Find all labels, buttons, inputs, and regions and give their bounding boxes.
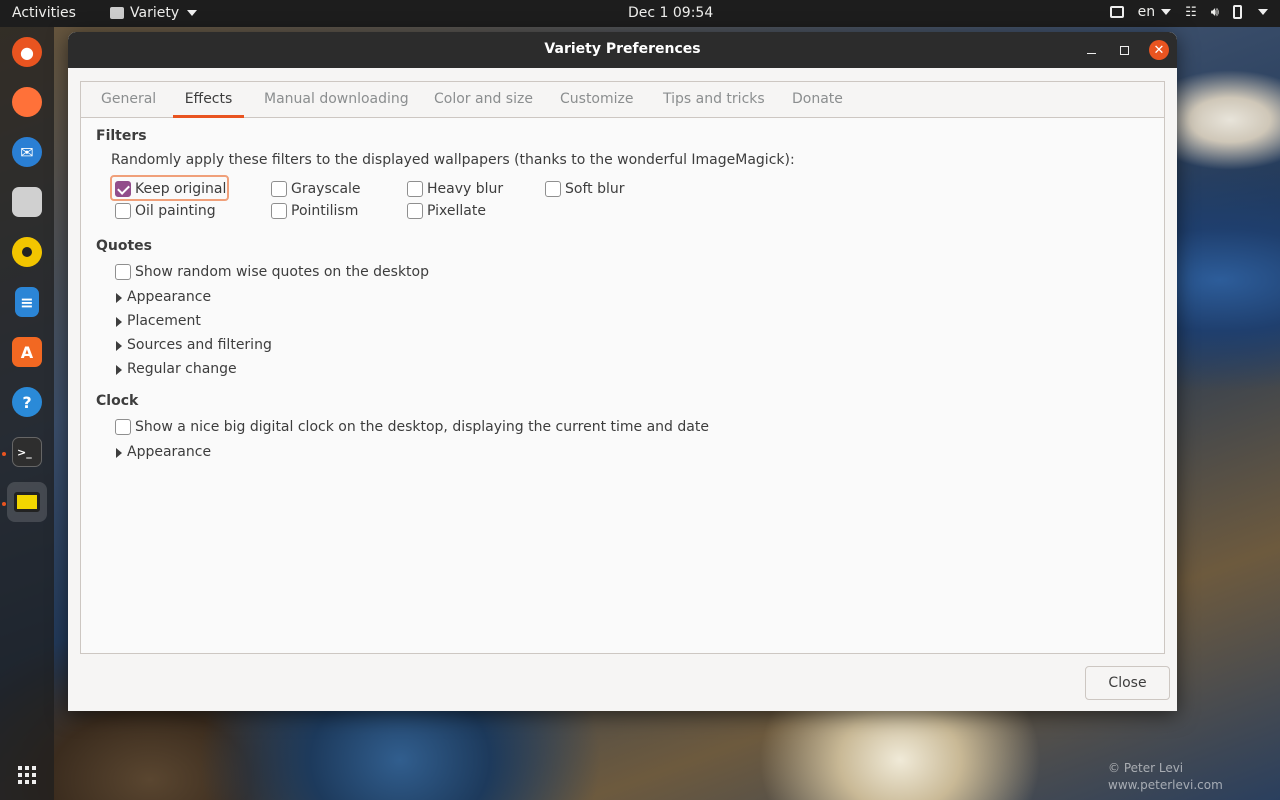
thunderbird-icon: ✉	[12, 137, 42, 167]
dock-app-store[interactable]: A	[7, 332, 47, 372]
expander-arrow-icon[interactable]	[116, 293, 122, 303]
filters-heading: Filters	[96, 128, 147, 144]
dock-libreoffice-writer[interactable]: ≡	[7, 282, 47, 322]
preferences-window: Variety Preferences ✕ General Effects Ma…	[68, 32, 1177, 711]
dock-variety[interactable]	[7, 482, 47, 522]
wallpaper-credit: © Peter Levi www.peterlevi.com	[1108, 760, 1223, 794]
tab-general[interactable]: General	[101, 82, 156, 118]
app-store-icon: A	[12, 337, 42, 367]
dock-terminal[interactable]: >_	[7, 432, 47, 472]
window-close-button[interactable]: ✕	[1149, 40, 1169, 60]
heavy-blur-label[interactable]: Heavy blur	[427, 181, 503, 197]
dock-thunderbird[interactable]: ✉	[7, 132, 47, 172]
system-tray: en ☷ 🔊︎	[1109, 4, 1268, 20]
quotes-heading: Quotes	[96, 238, 153, 254]
tab-effects[interactable]: Effects	[173, 82, 244, 118]
soft-blur-label[interactable]: Soft blur	[565, 181, 624, 197]
rhythmbox-icon	[12, 237, 42, 267]
quotes-regular-change-expander[interactable]: Regular change	[127, 361, 237, 377]
tab-donate[interactable]: Donate	[792, 82, 843, 118]
libreoffice-writer-icon: ≡	[15, 287, 39, 317]
clock-heading: Clock	[96, 393, 139, 409]
oil-painting-label[interactable]: Oil painting	[135, 203, 216, 219]
system-menu-chevron-icon[interactable]	[1258, 9, 1268, 15]
grid-icon	[18, 766, 36, 784]
heavy-blur-checkbox[interactable]	[407, 181, 423, 197]
pointilism-label[interactable]: Pointilism	[291, 203, 358, 219]
app-menu-label: Variety	[130, 5, 180, 21]
keep-original-checkbox[interactable]	[115, 181, 131, 197]
pointilism-checkbox[interactable]	[271, 203, 287, 219]
oil-painting-checkbox[interactable]	[115, 203, 131, 219]
pixellate-label[interactable]: Pixellate	[427, 203, 486, 219]
show-clock-checkbox[interactable]	[115, 419, 131, 435]
dock-files[interactable]	[7, 182, 47, 222]
running-indicator	[2, 502, 6, 506]
ubuntu-software-icon: ●	[12, 37, 42, 67]
grayscale-label[interactable]: Grayscale	[291, 181, 361, 197]
expander-arrow-icon[interactable]	[116, 341, 122, 351]
maximize-button[interactable]	[1114, 40, 1134, 60]
close-icon: ✕	[1153, 42, 1165, 58]
variety-icon	[14, 492, 40, 512]
tab-color-and-size[interactable]: Color and size	[434, 82, 533, 118]
network-icon[interactable]: ☷	[1185, 5, 1197, 20]
credit-author: © Peter Levi	[1108, 761, 1184, 775]
app-menu[interactable]: Variety	[110, 5, 198, 21]
help-icon: ?	[12, 387, 42, 417]
chevron-down-icon	[187, 10, 198, 16]
dock-help[interactable]: ?	[7, 382, 47, 422]
battery-icon[interactable]	[1233, 5, 1242, 19]
quotes-sources-expander[interactable]: Sources and filtering	[127, 337, 272, 353]
window-title: Variety Preferences	[544, 41, 701, 57]
show-quotes-checkbox[interactable]	[115, 264, 131, 280]
volume-icon[interactable]: 🔊︎	[1211, 5, 1219, 20]
maximize-icon	[1119, 45, 1129, 55]
show-quotes-label[interactable]: Show random wise quotes on the desktop	[135, 264, 429, 280]
files-icon	[12, 187, 42, 217]
dock-rhythmbox[interactable]	[7, 232, 47, 272]
activities-button[interactable]: Activities	[12, 5, 76, 21]
soft-blur-checkbox[interactable]	[545, 181, 561, 197]
title-bar[interactable]: Variety Preferences ✕	[68, 32, 1177, 68]
dock: ● ✉ ≡ A ? >_	[0, 27, 54, 800]
language-label: en	[1137, 4, 1156, 20]
dock-ubuntu-software[interactable]: ●	[7, 32, 47, 72]
tab-bar: General Effects Manual downloading Color…	[81, 82, 1164, 118]
language-selector[interactable]: en	[1138, 4, 1172, 20]
quotes-appearance-expander[interactable]: Appearance	[127, 289, 211, 305]
expander-arrow-icon[interactable]	[116, 365, 122, 375]
tab-tips-and-tricks[interactable]: Tips and tricks	[663, 82, 765, 118]
minimize-icon	[1086, 52, 1096, 54]
clock[interactable]: Dec 1 09:54	[628, 5, 713, 21]
keep-original-label[interactable]: Keep original	[135, 181, 226, 197]
screen-icon[interactable]	[1109, 6, 1124, 18]
running-indicator	[2, 452, 6, 456]
preferences-notebook: General Effects Manual downloading Color…	[80, 81, 1165, 654]
show-clock-label[interactable]: Show a nice big digital clock on the des…	[135, 419, 709, 435]
expander-arrow-icon[interactable]	[116, 448, 122, 458]
top-bar: Activities Variety Dec 1 09:54 en ☷ 🔊︎	[0, 0, 1280, 27]
chevron-down-icon	[1161, 9, 1172, 15]
credit-url: www.peterlevi.com	[1108, 778, 1223, 792]
expander-arrow-icon[interactable]	[116, 317, 122, 327]
tab-customize[interactable]: Customize	[560, 82, 634, 118]
firefox-icon	[12, 87, 42, 117]
quotes-placement-expander[interactable]: Placement	[127, 313, 201, 329]
variety-app-icon	[110, 7, 124, 19]
show-applications-button[interactable]	[7, 755, 47, 795]
close-button[interactable]: Close	[1085, 666, 1170, 700]
dock-firefox[interactable]	[7, 82, 47, 122]
minimize-button[interactable]	[1081, 40, 1101, 60]
clock-appearance-expander[interactable]: Appearance	[127, 444, 211, 460]
grayscale-checkbox[interactable]	[271, 181, 287, 197]
filters-description: Randomly apply these filters to the disp…	[111, 152, 795, 168]
terminal-icon: >_	[12, 437, 42, 467]
tab-manual-downloading[interactable]: Manual downloading	[264, 82, 409, 118]
pixellate-checkbox[interactable]	[407, 203, 423, 219]
